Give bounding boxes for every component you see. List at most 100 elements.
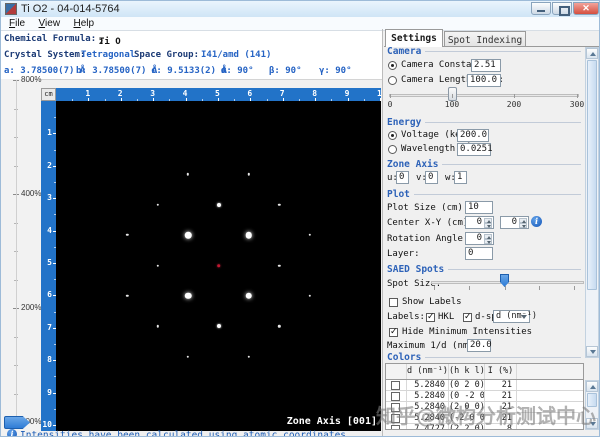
row-checkbox[interactable] — [391, 381, 400, 390]
settings-scrollbar[interactable] — [585, 47, 599, 358]
dspacing-unit-dropdown[interactable]: d (nm⁻¹) — [493, 310, 530, 323]
plot-size-input[interactable]: 10 — [465, 201, 493, 214]
space-group-value: I41/amd (141) — [201, 50, 271, 60]
spin-down-icon[interactable] — [519, 223, 527, 228]
title-bar[interactable]: Ti O2 - 04-014-5764 ✕ — [1, 1, 600, 18]
show-labels-label: Show Labels — [402, 297, 462, 307]
lattice-param: γ: 90° — [319, 66, 352, 76]
h-ruler-number: 3 — [150, 89, 155, 98]
lattice-parameters-bar: a: 3.78500(7) Åb: 3.78500(7) Åc: 9.5133(… — [1, 63, 383, 80]
menu-view[interactable]: View — [39, 18, 61, 29]
v-ruler-number: 6 — [47, 290, 52, 299]
diffraction-spot — [248, 173, 250, 175]
zone-axis-section-header: Zone Axis — [387, 159, 581, 169]
tab-spot-indexing[interactable]: Spot Indexing — [444, 31, 526, 47]
scroll-up-icon[interactable] — [586, 48, 598, 59]
center-xy-label: Center X-Y (cm): — [387, 218, 474, 228]
chemical-formula-label: Chemical Formula: — [4, 34, 96, 44]
zoom-slider-track[interactable] — [16, 80, 17, 422]
menu-help[interactable]: Help — [73, 18, 94, 29]
horizontal-ruler: 12345678910 — [56, 88, 381, 101]
close-button[interactable]: ✕ — [573, 2, 599, 15]
camera-length-radio[interactable] — [388, 76, 397, 85]
tab-settings[interactable]: Settings — [385, 29, 443, 47]
center-y-spinner[interactable]: 0 — [500, 216, 529, 229]
voltage-input[interactable]: 200.0 — [457, 129, 489, 142]
v-ruler-number: 2 — [47, 161, 52, 170]
hkl-checkbox[interactable] — [426, 313, 435, 322]
camera-section-header: Camera — [387, 46, 581, 56]
h-ruler-number: 7 — [280, 89, 285, 98]
layer-input[interactable]: 0 — [465, 247, 493, 260]
chevron-down-icon — [521, 315, 527, 319]
space-group-label: Space Group: — [134, 50, 199, 60]
diffraction-spot — [126, 234, 128, 236]
spin-down-icon[interactable] — [484, 239, 492, 244]
ruler-unit-label: cm — [41, 88, 56, 101]
zoom-level-label: 200% — [21, 303, 41, 312]
max-invd-input[interactable]: 20.0 — [467, 339, 491, 352]
camera-constant-radio[interactable] — [388, 61, 397, 70]
diffraction-spot — [246, 232, 253, 239]
u-input[interactable]: 0 — [396, 171, 409, 184]
wavelength-input[interactable]: 0.0251 — [457, 143, 491, 156]
scroll-up-icon[interactable] — [586, 381, 598, 392]
diffraction-spot — [278, 264, 280, 266]
lattice-param: a: 3.78500(7) Å — [4, 66, 85, 76]
watermark: 知乎@微构分析测试中心 — [376, 400, 600, 429]
minimize-button[interactable] — [531, 2, 551, 15]
menu-file[interactable]: File — [9, 18, 25, 29]
sort-asc-icon: ˆ — [443, 364, 447, 378]
zoom-slider-strip: 800%400%200%100% — [1, 79, 41, 437]
diffraction-spot — [185, 232, 192, 239]
maximize-button[interactable] — [552, 2, 572, 15]
voltage-radio[interactable] — [388, 131, 397, 140]
panel-divider — [382, 29, 383, 437]
hide-min-intensities-label: Hide Minimum Intensities — [402, 327, 532, 337]
rotation-angle-spinner[interactable]: 0 — [465, 232, 494, 245]
h-ruler-number: 4 — [183, 89, 188, 98]
v-ruler-number: 9 — [47, 388, 52, 397]
diffraction-spot — [217, 324, 221, 328]
crystal-system-label: Crystal System: — [4, 50, 85, 60]
settings-scrollbar-thumb[interactable] — [587, 60, 597, 290]
window-title: Ti O2 - 04-014-5764 — [21, 3, 120, 15]
diffraction-spot — [278, 203, 280, 205]
lattice-param: α: 90° — [221, 66, 254, 76]
zoom-level-label: 800% — [21, 75, 41, 84]
h-ruler-number: 1 — [85, 89, 90, 98]
diffraction-spot — [278, 325, 280, 327]
camera-slider-tick-label: 200 — [507, 100, 521, 109]
vertical-ruler: 12345678910 — [41, 101, 56, 431]
hide-min-intensities-checkbox[interactable] — [389, 328, 398, 337]
status-text: Intensities have been calculated using a… — [20, 430, 346, 437]
v-input[interactable]: 0 — [425, 171, 438, 184]
diffraction-spot — [156, 203, 158, 205]
wavelength-radio[interactable] — [388, 145, 397, 154]
app-icon — [5, 3, 17, 15]
camera-constant-input[interactable]: 2.51 — [471, 59, 501, 72]
table-header-row: d (nm⁻¹)ˆ(h k l)I (%) — [386, 364, 583, 380]
diffraction-spot — [308, 234, 310, 236]
diffraction-spot — [246, 293, 253, 300]
energy-section-header: Energy — [387, 117, 581, 127]
diffraction-spot — [156, 264, 158, 266]
h-ruler-number: 2 — [118, 89, 123, 98]
saed-pattern-canvas[interactable]: Zone Axis [001] — [56, 101, 381, 431]
table-header-intensity: I (%) — [485, 364, 517, 379]
scroll-down-icon[interactable] — [586, 346, 598, 357]
dspacing-checkbox[interactable] — [463, 313, 472, 322]
center-x-spinner[interactable]: 0 — [465, 216, 494, 229]
show-labels-checkbox[interactable] — [389, 298, 398, 307]
spin-down-icon[interactable] — [484, 223, 492, 228]
plot-section-header: Plot — [387, 189, 581, 199]
diffraction-spot — [248, 355, 250, 357]
diffraction-spot — [156, 325, 158, 327]
camera-slider-tick-label: 0 — [388, 100, 393, 109]
w-input[interactable]: 1 — [454, 171, 467, 184]
table-header-hkl: (h k l) — [449, 364, 485, 379]
status-info-icon: i — [7, 429, 17, 437]
diffraction-spot — [187, 173, 189, 175]
table-row[interactable]: 5.2840(0 2 0)21 — [386, 380, 583, 391]
info-icon[interactable]: i — [531, 216, 542, 227]
